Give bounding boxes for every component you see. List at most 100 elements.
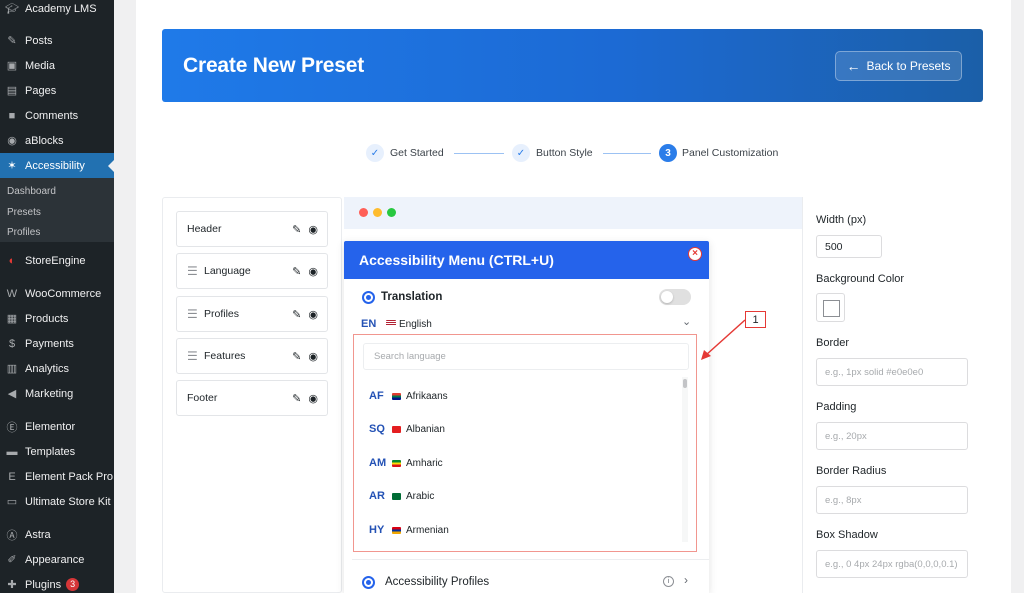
eye-icon[interactable]: ◉: [308, 223, 318, 236]
background-color-label: Background Color: [816, 273, 905, 285]
sidebar-item-astra[interactable]: Ⓐ Astra: [0, 522, 114, 547]
border-radius-input[interactable]: [816, 486, 968, 514]
sidebar-item-products[interactable]: ▦ Products: [0, 306, 114, 331]
border-radius-label: Border Radius: [816, 465, 887, 477]
pin-icon: ✎: [7, 35, 17, 47]
submenu-item-dashboard[interactable]: Dashboard: [7, 186, 56, 197]
sidebar-item-ultimate-store-kit[interactable]: ▭ Ultimate Store Kit: [0, 489, 114, 514]
back-to-presets-button[interactable]: ← Back to Presets: [835, 51, 962, 81]
eye-icon[interactable]: ◉: [308, 392, 318, 405]
sidebar-item-label: WooCommerce: [25, 287, 102, 300]
sidebar-item-posts[interactable]: ✎ Posts: [0, 28, 114, 53]
annotation-arrow-icon: [701, 319, 746, 360]
padding-input[interactable]: [816, 422, 968, 450]
edit-icon[interactable]: ✎: [292, 223, 301, 236]
accessibility-menu-title: Accessibility Menu (CTRL+U): [359, 252, 554, 268]
translation-toggle[interactable]: [659, 289, 691, 305]
media-icon: ▣: [6, 60, 18, 72]
info-icon[interactable]: i: [663, 576, 674, 587]
language-code: AM: [369, 457, 387, 469]
width-input[interactable]: [816, 235, 882, 258]
language-name: Albanian: [406, 423, 445, 435]
section-name: Header: [187, 223, 222, 235]
padding-label: Padding: [816, 401, 857, 413]
language-option-albanian[interactable]: SQ Albanian: [369, 421, 445, 437]
submenu-item-profiles[interactable]: Profiles: [7, 227, 40, 238]
drag-handle-icon[interactable]: ☰: [187, 307, 198, 321]
section-name: Profiles: [204, 308, 240, 320]
sidebar-item-analytics[interactable]: ▥ Analytics: [0, 356, 114, 381]
sidebar-item-label: Academy LMS: [25, 2, 97, 15]
current-language-name[interactable]: English: [399, 319, 432, 330]
sidebar-item-ablocks[interactable]: ◉ aBlocks: [0, 128, 114, 153]
eye-icon[interactable]: ◉: [308, 350, 318, 363]
accessibility-profiles-label[interactable]: Accessibility Profiles: [385, 576, 489, 588]
sidebar-item-media[interactable]: ▣ Media: [0, 53, 114, 78]
close-icon[interactable]: ×: [688, 247, 702, 261]
section-item-header[interactable]: Header ✎ ◉: [176, 211, 328, 247]
annotation-callout: 1: [745, 311, 766, 328]
section-item-language[interactable]: ☰ Language ✎ ◉: [176, 253, 328, 289]
step-3-label[interactable]: Panel Customization: [682, 147, 778, 159]
language-option-afrikaans[interactable]: AF Afrikaans: [369, 388, 448, 404]
sidebar-item-appearance[interactable]: ✐ Appearance: [0, 547, 114, 572]
analytics-icon: ▥: [6, 363, 18, 375]
sidebar-item-label: Astra: [25, 528, 51, 541]
translation-radio-icon: [362, 291, 375, 304]
edit-icon[interactable]: ✎: [292, 308, 301, 321]
sidebar-item-element-pack-pro[interactable]: E Element Pack Pro: [0, 464, 114, 489]
flag-icon: [392, 492, 401, 500]
drag-handle-icon[interactable]: ☰: [187, 349, 198, 363]
edit-icon[interactable]: ✎: [292, 392, 301, 405]
background-color-picker[interactable]: [816, 293, 845, 322]
section-item-features[interactable]: ☰ Features ✎ ◉: [176, 338, 328, 374]
language-scrollbar-thumb[interactable]: [683, 379, 687, 388]
sidebar-item-label: StoreEngine: [25, 254, 86, 267]
sidebar-item-marketing[interactable]: ◀ Marketing: [0, 381, 114, 406]
flag-icon: [392, 526, 401, 534]
step-2-label[interactable]: Button Style: [536, 147, 593, 159]
box-shadow-input[interactable]: [816, 550, 968, 578]
chevron-right-icon[interactable]: ›: [684, 573, 688, 587]
marketing-icon: ◀: [7, 388, 17, 400]
products-icon: ▦: [6, 313, 18, 325]
language-name: Armenian: [406, 524, 449, 536]
sidebar-item-comments[interactable]: ■ Comments: [0, 103, 114, 128]
plugins-update-badge: 3: [66, 578, 80, 591]
sidebar-item-templates[interactable]: ▬ Templates: [0, 439, 114, 464]
edit-icon[interactable]: ✎: [292, 265, 301, 278]
section-item-profiles[interactable]: ☰ Profiles ✎ ◉: [176, 296, 328, 332]
search-language-input[interactable]: [363, 343, 689, 370]
eye-icon[interactable]: ◉: [308, 265, 318, 278]
language-option-amharic[interactable]: AM Amharic: [369, 455, 443, 471]
sidebar-item-pages[interactable]: ▤ Pages: [0, 78, 114, 103]
chevron-down-icon[interactable]: ⌄: [682, 315, 691, 328]
language-code: SQ: [369, 423, 385, 435]
profiles-radio-icon: [362, 576, 375, 589]
language-option-armenian[interactable]: HY Armenian: [369, 522, 449, 538]
section-name: Features: [204, 350, 246, 362]
sidebar-item-label: Media: [25, 59, 55, 72]
drag-handle-icon[interactable]: ☰: [187, 264, 198, 278]
sidebar-item-payments[interactable]: $ Payments: [0, 331, 114, 356]
sidebar-item-label: Appearance: [25, 553, 85, 566]
sidebar-item-label: Ultimate Store Kit: [25, 495, 111, 508]
eye-icon[interactable]: ◉: [308, 308, 318, 321]
flag-icon: [392, 425, 401, 433]
language-scrollbar[interactable]: [682, 377, 688, 542]
step-1-label[interactable]: Get Started: [390, 147, 444, 159]
sidebar-item-label: Accessibility: [25, 159, 85, 172]
border-input[interactable]: [816, 358, 968, 386]
sidebar-item-storeengine[interactable]: ◐ StoreEngine: [0, 248, 114, 273]
sidebar-item-label: Pages: [25, 84, 57, 97]
sidebar-item-academy-lms[interactable]: 🎓︎ Academy LMS: [0, 0, 114, 21]
language-option-arabic[interactable]: AR Arabic: [369, 488, 434, 504]
sidebar-item-label: Marketing: [25, 387, 74, 400]
sidebar-item-woocommerce[interactable]: W WooCommerce: [0, 281, 114, 306]
sidebar-item-accessibility[interactable]: ✶ Accessibility: [0, 153, 115, 178]
submenu-item-presets[interactable]: Presets: [7, 207, 41, 218]
section-item-footer[interactable]: Footer ✎ ◉: [176, 380, 328, 416]
sidebar-item-plugins[interactable]: ✚ Plugins 3: [0, 572, 114, 593]
sidebar-item-elementor[interactable]: Ⓔ Elementor: [0, 414, 114, 439]
edit-icon[interactable]: ✎: [292, 350, 301, 363]
